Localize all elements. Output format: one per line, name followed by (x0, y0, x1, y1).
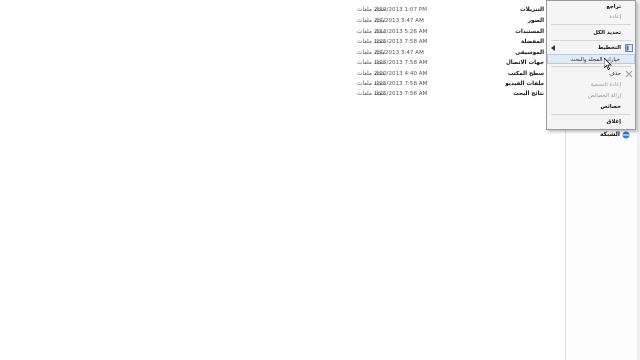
file-date: 2/19/2013 1:07 PM (374, 7, 427, 13)
menu-item-label: التخطيط (597, 45, 621, 51)
file-date: 1/25/2013 7:58 AM (374, 39, 428, 45)
file-name[interactable]: الصور (480, 16, 544, 27)
menu-separator (551, 24, 631, 25)
menu-item-select-all[interactable]: تحديد الكل (547, 28, 635, 38)
file-name[interactable]: جهات الاتصال (480, 58, 544, 69)
menu-item-label: تراجع (606, 4, 621, 10)
nav-item-label: الشبكة (600, 131, 620, 138)
menu-item-redo: إعادة (547, 12, 635, 22)
file-date: 2/7/2013 3:47 AM (374, 18, 424, 24)
file-row[interactable]: مجلد ملفات 1/25/2013 7:58 AM المفضلة (300, 37, 546, 48)
file-name[interactable]: نتائج البحث (480, 89, 544, 100)
menu-item-delete[interactable]: حذف (547, 69, 635, 79)
delete-x-icon (625, 70, 633, 78)
menu-item-label: خصائص (600, 104, 621, 110)
context-menu: تراجع إعادة تحديد الكل التخطيط خيارات ال… (546, 0, 636, 130)
file-row[interactable]: مجلد ملفات 2/7/2013 3:47 AM الصور (300, 16, 546, 27)
submenu-arrow-icon (551, 45, 555, 51)
file-list: مجلد ملفات 2/19/2013 1:07 PM التنزيلات م… (300, 0, 546, 110)
menu-item-layout[interactable]: التخطيط (547, 43, 635, 53)
file-name[interactable]: المفضلة (480, 37, 544, 48)
menu-item-remove-properties: إزالة الخصائص (547, 91, 635, 101)
nav-item-network[interactable]: الشبكة (584, 130, 636, 140)
menu-separator (551, 66, 631, 67)
menu-item-rename: إعادة التسمية (547, 80, 635, 90)
file-row[interactable]: مجلد ملفات 1/25/2013 7:58 AM جهات الاتصا… (300, 58, 546, 69)
menu-item-label: حذف (609, 71, 621, 77)
menu-item-folder-search-options[interactable]: خيارات المجلد والبحث (547, 54, 635, 64)
mouse-cursor-icon (604, 58, 612, 70)
menu-separator (551, 114, 631, 115)
file-row[interactable]: مجلد ملفات 1/25/2013 7:58 AM نتائج البحث (300, 89, 546, 100)
file-date: 1/25/2013 7:58 AM (374, 60, 428, 66)
layout-icon (625, 44, 633, 52)
file-date: 1/25/2013 7:58 AM (374, 91, 428, 97)
menu-separator (551, 40, 631, 41)
menu-item-properties[interactable]: خصائص (547, 102, 635, 112)
menu-item-label: إزالة الخصائص (588, 93, 621, 99)
network-icon (622, 131, 630, 139)
menu-item-close[interactable]: إغلاق (547, 117, 635, 127)
menu-item-label: تحديد الكل (593, 30, 621, 36)
menu-item-label: إعادة (609, 14, 621, 20)
file-name[interactable]: التنزيلات (480, 5, 544, 16)
menu-item-label: إغلاق (606, 119, 621, 125)
menu-item-label: إعادة التسمية (590, 82, 621, 88)
file-row[interactable]: مجلد ملفات 2/19/2013 1:07 PM التنزيلات (300, 5, 546, 16)
menu-item-undo[interactable]: تراجع (547, 2, 635, 12)
